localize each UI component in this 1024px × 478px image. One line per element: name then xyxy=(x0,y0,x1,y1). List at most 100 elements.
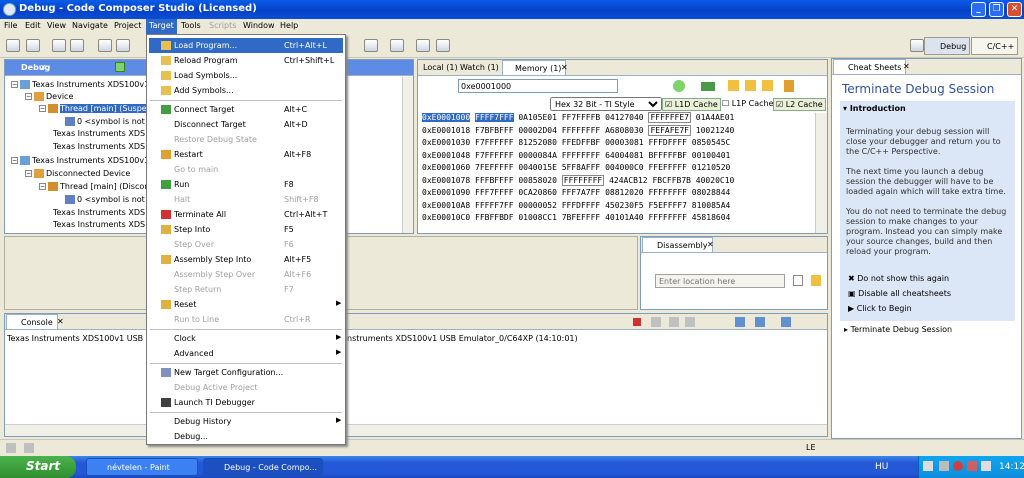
menu-item-step-into[interactable]: Step Into F5 xyxy=(149,222,343,237)
memory-cell[interactable]: 01008CC1 xyxy=(518,213,557,222)
memory-format-select[interactable]: Hex 32 Bit - TI Style xyxy=(550,97,662,111)
forward-icon[interactable] xyxy=(436,39,450,52)
menu-edit[interactable]: Edit xyxy=(25,21,41,30)
tree-node-selected[interactable]: Thread [main] (Suspe xyxy=(60,104,147,113)
scroll-lock-icon[interactable] xyxy=(685,317,695,327)
menu-item-connect-target[interactable]: Connect Target Alt+C xyxy=(149,102,343,117)
open-console-icon[interactable] xyxy=(781,317,791,327)
menu-tools[interactable]: Tools xyxy=(181,21,201,30)
memory-cell[interactable]: FFF7FFFF xyxy=(475,188,514,197)
new-view-icon[interactable] xyxy=(24,443,34,453)
memory-cell[interactable]: FFEFFFFF xyxy=(648,163,687,172)
memory-cell[interactable]: 5FF8AFFF xyxy=(562,163,601,172)
close-button[interactable]: ✕ xyxy=(1007,2,1022,17)
maximize-button[interactable]: ❐ xyxy=(989,2,1004,17)
lock-icon[interactable] xyxy=(784,80,794,92)
menu-item-halt[interactable]: Halt Shift+F8 xyxy=(149,192,343,207)
menu-item-load-program[interactable]: Load Program... Ctrl+Alt+L xyxy=(149,38,343,53)
resume-icon[interactable] xyxy=(115,62,125,72)
menu-item-reset[interactable]: Reset ▶ xyxy=(149,297,343,312)
memory-cell[interactable]: 08028844 xyxy=(692,188,731,197)
memory-address[interactable]: 0xE0001048 xyxy=(422,151,470,160)
memory-cell[interactable]: FF7FFFFB xyxy=(562,113,601,122)
tab-debug[interactable]: Debug xyxy=(7,60,54,75)
menu-item-assembly-step-over[interactable]: Assembly Step Over Alt+F6 xyxy=(149,267,343,282)
pin-icon[interactable] xyxy=(762,80,773,91)
menu-help[interactable]: Help xyxy=(280,21,298,30)
memory-cell[interactable]: 810085A4 xyxy=(692,201,731,210)
tab-watch[interactable]: Watch (1) xyxy=(456,60,503,75)
menu-file[interactable]: File xyxy=(4,21,17,30)
memory-cell[interactable]: FEFAFE7F xyxy=(648,124,691,136)
tree-node[interactable]: 0 <symbol is not a xyxy=(77,195,152,204)
memory-cell[interactable]: FFFBFFFF xyxy=(475,176,514,185)
memory-cell[interactable]: 04127040 xyxy=(605,113,644,122)
memory-cell[interactable]: FFF7A7FF xyxy=(562,188,601,197)
menu-item-terminate-all[interactable]: Terminate All Ctrl+Alt+T xyxy=(149,207,343,222)
new-icon[interactable] xyxy=(6,39,20,52)
intro-heading[interactable]: ▾ Introduction xyxy=(843,104,906,113)
memory-cell[interactable]: FFFDFFFF xyxy=(562,201,601,210)
menu-project[interactable]: Project xyxy=(114,21,141,30)
memory-cell[interactable]: FFFFFFFF xyxy=(648,188,687,197)
memory-scrollbar[interactable] xyxy=(815,113,827,233)
tree-node[interactable]: Device xyxy=(46,92,73,101)
tree-node[interactable]: Texas Instruments XDS10 xyxy=(53,129,155,138)
menu-window[interactable]: Window xyxy=(243,21,275,30)
menu-item-restart[interactable]: Restart Alt+F8 xyxy=(149,147,343,162)
load-memory-icon[interactable] xyxy=(701,82,715,91)
tree-node[interactable]: Thread [main] (Discon xyxy=(60,182,149,191)
minimize-button[interactable]: _ xyxy=(971,2,986,17)
back-icon[interactable] xyxy=(416,39,430,52)
clock[interactable]: 14:12 xyxy=(999,462,1024,472)
perspective-debug[interactable]: Debug xyxy=(924,37,971,55)
menu-item-disconnect-target[interactable]: Disconnect Target Alt+D xyxy=(149,117,343,132)
click-to-begin-link[interactable]: ▶ Click to Begin xyxy=(848,304,912,313)
tray-icon[interactable] xyxy=(939,461,949,471)
refresh-icon[interactable] xyxy=(673,80,685,92)
menu-scripts[interactable]: Scripts xyxy=(209,21,236,30)
disassembly-location-input[interactable] xyxy=(655,274,785,288)
memory-cell[interactable]: FFFFFFFF xyxy=(562,151,601,160)
tab-disassembly[interactable]: Disassembly xyxy=(642,237,713,252)
memory-cell[interactable]: 0000084A xyxy=(518,151,557,160)
memory-address[interactable]: 0xE0001018 xyxy=(422,126,470,135)
tree-node[interactable]: Texas Instruments XDS100v1 xyxy=(32,80,149,89)
menu-item-debug-history[interactable]: Debug History ▶ xyxy=(149,414,343,429)
memory-cell[interactable]: BFFFFFBF xyxy=(648,151,687,160)
memory-cell[interactable]: FFFDFFFF xyxy=(648,138,687,147)
memory-cell[interactable]: 00100401 xyxy=(692,151,731,160)
display-console-icon[interactable] xyxy=(755,317,765,327)
pin-console-icon[interactable] xyxy=(735,317,745,327)
memory-cell[interactable]: 7BFEFFFF xyxy=(562,213,601,222)
close-tab-icon[interactable]: ✕ xyxy=(561,63,568,72)
memory-cell[interactable]: FFEDFFBF xyxy=(562,138,601,147)
menu-item-add-symbols[interactable]: Add Symbols... xyxy=(149,83,343,98)
next-annotation-icon[interactable] xyxy=(364,39,378,52)
menu-item-clock[interactable]: Clock ▶ xyxy=(149,331,343,346)
tree-node[interactable]: Texas Instruments XDS10 xyxy=(53,208,155,217)
build-icon[interactable] xyxy=(52,39,66,52)
memory-cell[interactable]: 08812020 xyxy=(605,188,644,197)
l1d-cache-checkbox[interactable]: ☑ L1D Cache xyxy=(662,98,721,111)
memory-cell[interactable]: FFFF7FFF xyxy=(475,113,514,122)
memory-cell[interactable]: 0CA20860 xyxy=(518,188,557,197)
memory-cell[interactable]: 00002D04 xyxy=(518,126,557,135)
menu-target[interactable]: Target xyxy=(146,19,177,34)
memory-address-input[interactable] xyxy=(458,79,618,93)
perspective-cpp[interactable]: C/C++ xyxy=(971,37,1019,55)
memory-cell[interactable]: F7BFBFFF xyxy=(475,126,514,135)
memory-cell[interactable]: 10021240 xyxy=(696,126,735,135)
memory-cell[interactable]: FFFFF7FF xyxy=(475,201,514,210)
close-tab-icon[interactable]: ✕ xyxy=(903,62,910,71)
tree-node[interactable]: Texas Instruments XDS10 xyxy=(53,142,155,151)
memory-cell[interactable]: FFFFFFFF xyxy=(648,213,687,222)
menu-item-new-target-configuration[interactable]: New Target Configuration... xyxy=(149,365,343,380)
menu-item-go-to-main[interactable]: Go to main xyxy=(149,162,343,177)
tools-icon[interactable] xyxy=(116,39,130,52)
menu-item-step-return[interactable]: Step Return F7 xyxy=(149,282,343,297)
language-indicator[interactable]: HU xyxy=(875,462,888,472)
l1p-cache-checkbox[interactable]: ☐ L1P Cache xyxy=(720,98,776,109)
save-icon[interactable] xyxy=(26,39,40,52)
disable-cheatsheets-link[interactable]: ▣ Disable all cheatsheets xyxy=(848,289,951,298)
